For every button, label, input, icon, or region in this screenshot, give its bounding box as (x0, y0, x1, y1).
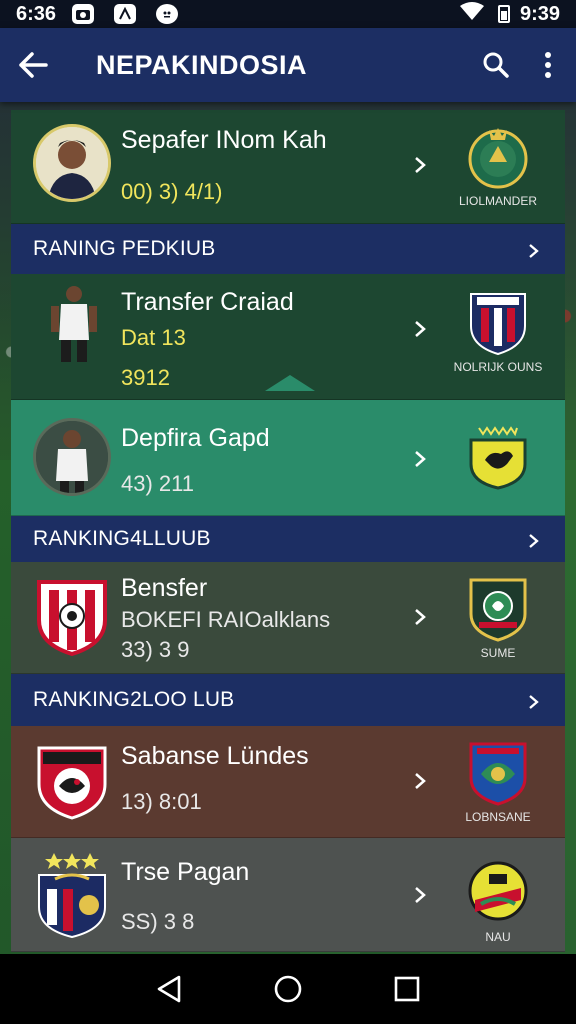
section-title: RANING PEDKIUB (33, 237, 216, 260)
chevron-right-icon (413, 608, 433, 628)
list-item[interactable]: Transfer Craiad Dat 13 3912 NOLRIJK OUNS (11, 274, 565, 400)
list-item-stat: 00) 3) 4/1) (121, 179, 223, 204)
chevron-right-icon (413, 320, 433, 340)
club-name: NAU (485, 930, 511, 944)
section-header[interactable]: RANKING4LLUUB (11, 516, 565, 562)
app-bar: NEPAKINDOSIA (0, 28, 576, 102)
system-nav-bar (0, 954, 576, 1024)
club-crest-icon (38, 853, 106, 939)
club-badge: SUME (443, 576, 553, 660)
list-item-stat: SS) 3 8 (121, 909, 195, 934)
chevron-right-icon (527, 241, 543, 258)
club-badge: LIOLMANDER (443, 124, 553, 208)
club-crest-icon (37, 580, 107, 656)
player-avatar (33, 124, 111, 202)
ranking-list: Sepafer INom Kah 00) 3) 4/1) LIOLMANDER … (11, 110, 565, 952)
chevron-right-icon (413, 450, 433, 470)
list-item-stat: 43) 211 (121, 471, 194, 496)
club-crest-icon (37, 746, 107, 820)
club-crest-icon (469, 426, 527, 490)
list-item-title: Sepafer INom Kah (121, 126, 327, 154)
list-item-text: Trse Pagan SS) 3 8 (121, 858, 249, 935)
club-badge: NOLRIJK OUNS (443, 290, 553, 374)
club-crest-icon (470, 293, 526, 356)
club-name: LOBNSANE (465, 810, 531, 824)
list-item-stat: 13) 8:01 (121, 789, 202, 814)
chevron-right-icon (413, 772, 433, 792)
list-item-subtitle: BOKEFI RAIOalklans (121, 607, 331, 632)
list-item[interactable]: Sepafer INom Kah 00) 3) 4/1) LIOLMANDER (11, 110, 565, 224)
more-vert-icon[interactable] (538, 45, 558, 85)
game-icon (114, 4, 137, 24)
chevron-right-icon (527, 692, 543, 709)
list-item[interactable]: Bensfer BOKEFI RAIOalklans 33) 3 9 SUME (11, 562, 565, 674)
list-item-title: Sabanse Lündes (121, 742, 309, 770)
club-name: NOLRIJK OUNS (453, 360, 543, 374)
player-figure (51, 286, 97, 362)
club-name: LIOLMANDER (458, 194, 538, 208)
status-right: 9:39 (459, 2, 560, 26)
home-circle-icon[interactable] (271, 972, 305, 1006)
section-title: RANKING2LOO LUB (33, 688, 235, 711)
club-crest-icon (468, 861, 528, 921)
back-arrow-icon[interactable] (18, 45, 58, 85)
club-name: SUME (480, 646, 516, 660)
section-header[interactable]: RANKING2LOO LUB (11, 674, 565, 726)
list-item-title: Trse Pagan (121, 858, 250, 886)
list-item-text: Sepafer INom Kah 00) 3) 4/1) (121, 126, 327, 205)
list-item-title: Transfer Craiad (121, 288, 294, 316)
page-title: NEPAKINDOSIA (96, 49, 308, 80)
status-clock: 9:39 (519, 2, 560, 25)
notification-icon (156, 4, 179, 24)
list-item-text: Depfira Gapd 43) 211 (121, 424, 270, 497)
list-item-title: Depfira Gapd (121, 424, 270, 452)
app-bar-actions (476, 45, 558, 85)
club-badge: LOBNSANE (443, 740, 553, 824)
list-item-subtitle: Dat 13 (121, 325, 186, 350)
chevron-right-icon (413, 886, 433, 906)
list-item-text: Bensfer BOKEFI RAIOalklans 33) 3 9 (121, 574, 330, 663)
club-badge (443, 416, 553, 498)
chevron-right-icon (413, 156, 433, 176)
search-icon[interactable] (476, 45, 516, 85)
battery-icon (497, 5, 510, 23)
chevron-right-icon (527, 531, 543, 548)
section-header[interactable]: RANING PEDKIUB (11, 224, 565, 274)
status-time: 6:36 (16, 2, 57, 25)
list-item[interactable]: Trse Pagan SS) 3 8 NAU (11, 838, 565, 952)
list-item-stat: 33) 3 9 (121, 637, 190, 662)
club-crest-icon (469, 742, 527, 806)
player-avatar (33, 418, 111, 496)
expand-arrow-icon[interactable] (265, 373, 315, 391)
club-badge: NAU (443, 860, 553, 944)
wifi-icon (459, 2, 484, 26)
list-item[interactable]: Depfira Gapd 43) 211 (11, 400, 565, 516)
back-triangle-icon[interactable] (152, 972, 186, 1006)
club-crest-icon (469, 578, 527, 642)
status-bar: 6:36 9:39 (0, 0, 576, 28)
camera-icon (72, 4, 95, 24)
section-title: RANKING4LLUUB (33, 527, 211, 550)
recents-square-icon[interactable] (390, 972, 424, 1006)
club-crest-icon (468, 128, 528, 189)
list-item[interactable]: Sabanse Lündes 13) 8:01 LOBNSANE (11, 726, 565, 838)
list-item-text: Sabanse Lündes 13) 8:01 (121, 742, 309, 815)
list-item-title: Bensfer (121, 574, 208, 602)
